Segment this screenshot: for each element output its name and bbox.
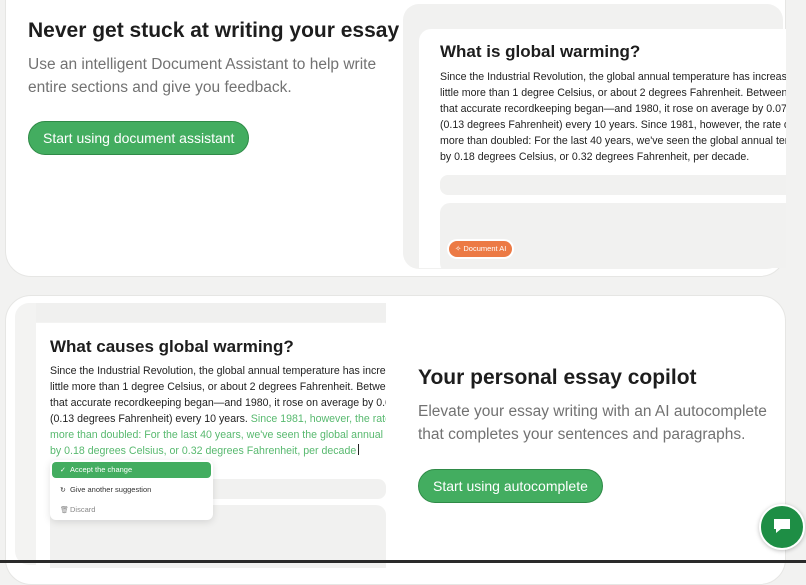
- document-body: Since the Industrial Revolution, the glo…: [440, 69, 786, 165]
- section1-subtext-line2: entire sections and give you feedback.: [28, 79, 292, 96]
- document-line: by 0.18 degrees Celsius, or 0.32 degrees…: [50, 443, 386, 459]
- chat-icon: [774, 519, 790, 533]
- document-preview: What is global warming? Since the Indust…: [419, 29, 786, 268]
- document-line: (0.13 degrees Fahrenheit) every 10 years…: [50, 411, 386, 427]
- document-line: little more than 1 degree Celsius, or ab…: [440, 87, 786, 99]
- document-line: (0.13 degrees Fahrenheit) every 10 years…: [440, 119, 786, 131]
- document-line: by 0.18 degrees Celsius, or 0.32 degrees…: [440, 151, 750, 163]
- document-ai-label: Document AI: [463, 244, 507, 253]
- document-title: What causes global warming?: [50, 337, 294, 356]
- document-line: that accurate recordkeeping began—and 19…: [50, 397, 386, 409]
- menu-item-label: Accept the change: [70, 465, 133, 474]
- ai-input-box: [440, 203, 786, 268]
- document-toolbar-placeholder: [36, 303, 386, 322]
- menu-item-label: Give another suggestion: [70, 485, 152, 494]
- document-line: Since the Industrial Revolution, the glo…: [440, 71, 786, 83]
- check-icon: ✓: [60, 467, 66, 474]
- document-line: little more than 1 degree Celsius, or ab…: [50, 381, 386, 393]
- autocomplete-document: What causes global warming? Since the In…: [36, 323, 386, 568]
- text-cursor: [358, 444, 360, 455]
- start-document-assistant-button[interactable]: Start using document assistant: [28, 121, 250, 155]
- document-line: that accurate recordkeeping began—and 19…: [440, 103, 786, 115]
- document-body: Since the Industrial Revolution, the glo…: [50, 363, 386, 459]
- section2-subtext: Elevate your essay writing with an AI au…: [418, 400, 767, 446]
- autocomplete-suggestion: Since 1981, however, the rate of: [250, 413, 386, 425]
- document-title: What is global warming?: [440, 42, 641, 61]
- sparkle-icon: ✧: [455, 244, 462, 253]
- section1-subtext: Use an intelligent Document Assistant to…: [28, 53, 376, 99]
- section2-heading: Your personal essay copilot: [418, 366, 697, 389]
- trash-icon: 🗑: [60, 507, 69, 514]
- suggestion-menu: ✓ Accept the change ↻ Give another suggest…: [50, 460, 213, 520]
- chat-button[interactable]: [759, 504, 805, 550]
- section2-subtext-line1: Elevate your essay writing with an AI au…: [418, 403, 767, 420]
- autocomplete-suggestion: by 0.18 degrees Celsius, or 0.32 degrees…: [50, 445, 357, 457]
- refresh-icon: ↻: [60, 487, 66, 494]
- autocomplete-suggestion: more than doubled: For the last 40 years…: [50, 429, 386, 441]
- accept-change-menu-item[interactable]: ✓ Accept the change: [52, 462, 211, 478]
- document-line: more than doubled: For the last 40 years…: [440, 135, 786, 147]
- placeholder-bar: [440, 175, 786, 195]
- section1-heading: Never get stuck at writing your essay: [28, 19, 400, 42]
- document-ai-badge[interactable]: ✧ Document AI: [449, 241, 513, 257]
- start-autocomplete-button[interactable]: Start using autocomplete: [418, 469, 603, 503]
- section1-subtext-line1: Use an intelligent Document Assistant to…: [28, 56, 377, 73]
- section2-subtext-line2: that completes your sentences and paragr…: [418, 426, 746, 443]
- menu-item-label: Discard: [70, 505, 96, 514]
- discard-menu-item[interactable]: 🗑Discard: [52, 502, 211, 518]
- document-text: (0.13 degrees Fahrenheit) every 10 years…: [50, 413, 248, 425]
- another-suggestion-menu-item[interactable]: ↻ Give another suggestion: [52, 482, 211, 498]
- document-line: Since the Industrial Revolution, the glo…: [50, 365, 386, 377]
